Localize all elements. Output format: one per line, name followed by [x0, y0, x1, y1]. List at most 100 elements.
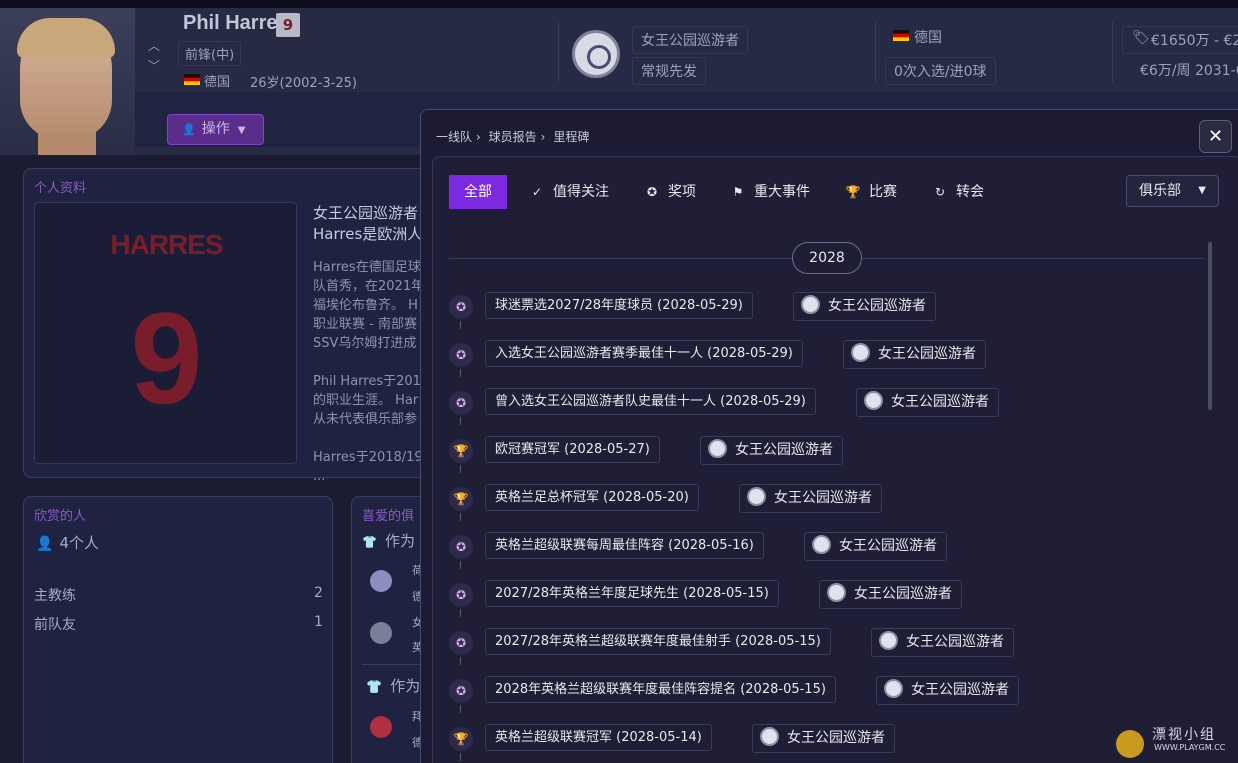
trophy-icon: 🏆: [449, 727, 473, 751]
favorite-section-1: 👕 作为: [362, 532, 415, 550]
breadcrumb-player-report[interactable]: 球员报告: [489, 130, 537, 144]
close-button[interactable]: ✕: [1199, 120, 1232, 153]
club-crest-icon: [708, 439, 727, 458]
shirt-icon: 👕: [362, 535, 377, 549]
milestone-club-link[interactable]: 女王公园巡游者: [843, 340, 986, 369]
admirers-count[interactable]: 👤 4个人: [36, 532, 99, 553]
player-switch-arrows[interactable]: ︿ ﹀: [148, 36, 160, 76]
player-position: 前锋(中): [178, 41, 242, 66]
flag-icon: ⚑: [732, 185, 744, 199]
player-age: 26岁(2002-3-25): [250, 76, 357, 91]
milestone-label: 球迷票选2027/28年度球员 (2028-05-29): [485, 292, 753, 319]
player-name: Phil Harres: [183, 12, 289, 34]
chevron-down-icon[interactable]: ﹀: [148, 56, 160, 76]
club-name[interactable]: 女王公园巡游者: [632, 26, 748, 54]
squad-role: 常规先发: [632, 57, 706, 85]
milestone-club-link[interactable]: 女王公园巡游者: [819, 580, 962, 609]
club-filter-dropdown[interactable]: 俱乐部 ▼: [1126, 175, 1219, 207]
trophy-icon: 🏆: [449, 439, 473, 463]
club-crest-icon[interactable]: [370, 716, 392, 738]
divider: [1112, 22, 1113, 82]
player-photo: [0, 8, 135, 155]
chevron-right-icon: ›: [476, 130, 481, 144]
timeline-connector: [460, 609, 461, 617]
favorite-section-2: 👕 作为: [366, 677, 421, 695]
chevron-right-icon: ›: [540, 130, 546, 144]
milestone-club-link[interactable]: 女王公园巡游者: [752, 724, 895, 753]
timeline-connector: [460, 417, 461, 425]
national-team[interactable]: 德国: [912, 24, 950, 50]
admirers-row-label: 主教练: [34, 588, 76, 604]
award-icon: ✪: [449, 343, 473, 367]
divider: [875, 22, 876, 82]
milestone-club-link[interactable]: 女王公园巡游者: [739, 484, 882, 513]
check-icon: ✓: [531, 185, 543, 199]
milestone-label: 2027/28年英格兰超级联赛年度最佳射手 (2028-05-15): [485, 628, 831, 655]
person-icon: 👤: [182, 123, 196, 136]
admirers-row-label: 前队友: [34, 617, 76, 633]
timeline-connector: [460, 369, 461, 377]
tab-notable[interactable]: ✓ 值得关注: [529, 175, 609, 209]
club-crest-icon: [747, 487, 766, 506]
admirers-row-value: 2: [314, 585, 323, 601]
milestone-label: 2027/28年英格兰年度足球先生 (2028-05-15): [485, 580, 779, 607]
milestone-club-link[interactable]: 女王公园巡游者: [871, 628, 1014, 657]
jersey-card: HARRES 9: [34, 202, 297, 464]
milestone-label: 入选女王公园巡游者赛季最佳十一人 (2028-05-29): [485, 340, 803, 367]
club-crest-icon[interactable]: [370, 622, 392, 644]
milestone-label: 曾入选女王公园巡游者队史最佳十一人 (2028-05-29): [485, 388, 816, 415]
tab-all[interactable]: 全部: [449, 175, 507, 209]
scrollbar[interactable]: [1208, 242, 1212, 410]
admirers-row-value: 1: [314, 614, 323, 630]
timeline-connector: [460, 657, 461, 665]
milestone-label: 欧冠赛冠军 (2028-05-27): [485, 436, 660, 463]
milestone-club-link[interactable]: 女王公园巡游者: [876, 676, 1019, 705]
timeline-connector: [460, 705, 461, 713]
milestone-club-link[interactable]: 女王公园巡游者: [793, 292, 936, 321]
award-icon: ✪: [449, 295, 473, 319]
admirers-title: 欣赏的人: [34, 509, 87, 524]
milestone-label: 英格兰超级联赛冠军 (2028-05-14): [485, 724, 712, 751]
milestone-club-link[interactable]: 女王公园巡游者: [856, 388, 999, 417]
chevron-up-icon[interactable]: ︿: [148, 36, 160, 56]
milestone-label: 2028年英格兰超级联赛年度最佳阵容提名 (2028-05-15): [485, 676, 836, 703]
profile-title: 个人资料: [34, 181, 87, 196]
tab-matches[interactable]: 🏆 比赛: [845, 175, 897, 209]
tab-major-events[interactable]: ⚑ 重大事件: [730, 175, 810, 209]
refresh-icon: ↻: [934, 185, 946, 199]
wage-contract: €6万/周 2031-6: [1140, 63, 1238, 79]
jersey-name: HARRES: [110, 229, 223, 260]
club-crest-icon[interactable]: [572, 30, 620, 78]
award-icon: ✪: [449, 391, 473, 415]
award-icon: ✪: [449, 583, 473, 607]
timeline-connector: [460, 465, 461, 473]
actions-button[interactable]: 👤 操作 ▼: [167, 114, 264, 145]
germany-flag-icon: [184, 74, 200, 85]
transfer-value: 🏷 €1650万 - €21: [1122, 26, 1238, 54]
chevron-down-icon: ▼: [1198, 185, 1206, 196]
club-crest-icon[interactable]: [370, 570, 392, 592]
milestone-label: 英格兰超级联赛每周最佳阵容 (2028-05-16): [485, 532, 764, 559]
award-icon: ✪: [449, 535, 473, 559]
breadcrumb-milestones: 里程碑: [553, 130, 590, 144]
jersey-number: 9: [130, 285, 203, 431]
watermark: 漂视小组 WWW.PLAYGM.CC: [1112, 722, 1238, 763]
milestone-club-link[interactable]: 女王公园巡游者: [700, 436, 843, 465]
watermark-url: WWW.PLAYGM.CC: [1154, 743, 1226, 752]
timeline-connector: [460, 753, 461, 761]
award-icon: ✪: [449, 631, 473, 655]
favorite-clubs-title: 喜爱的俱: [362, 509, 415, 524]
watermark-title: 漂视小组: [1152, 727, 1216, 743]
tab-transfers[interactable]: ↻ 转会: [932, 175, 984, 209]
milestone-club-link[interactable]: 女王公园巡游者: [804, 532, 947, 561]
watermark-logo: [1116, 730, 1144, 758]
top-strip: [0, 0, 1238, 8]
germany-flag-icon: [893, 30, 909, 41]
people-icon: 👤: [36, 536, 54, 552]
close-icon: ✕: [1207, 126, 1224, 147]
tab-awards[interactable]: ✪ 奖项: [644, 175, 696, 209]
tag-icon: 🏷: [1132, 30, 1150, 46]
international-caps: 0次入选/进0球: [885, 57, 996, 85]
timeline-connector: [460, 321, 461, 329]
breadcrumb-first-team[interactable]: 一线队: [436, 130, 472, 144]
